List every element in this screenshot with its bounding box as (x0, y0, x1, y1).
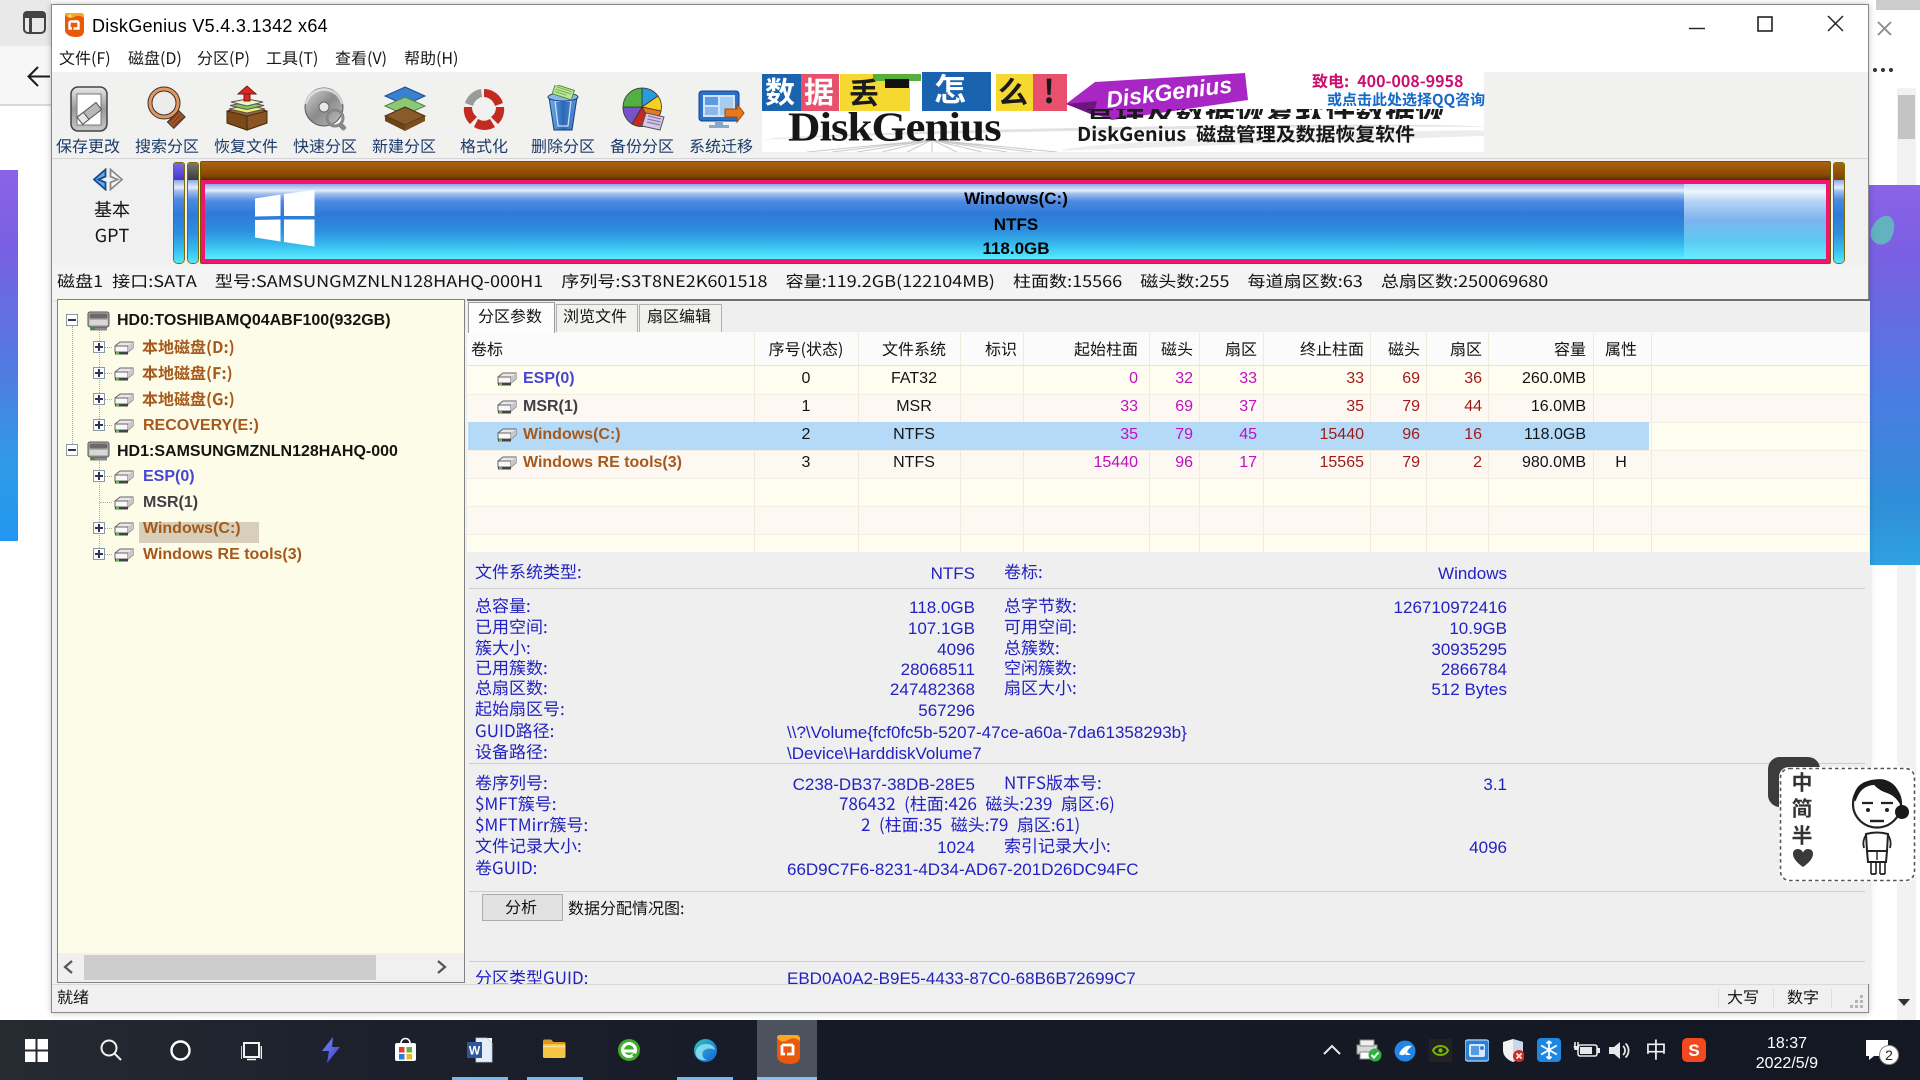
svg-text:W: W (469, 1044, 481, 1058)
svg-text:2: 2 (1885, 1047, 1893, 1063)
